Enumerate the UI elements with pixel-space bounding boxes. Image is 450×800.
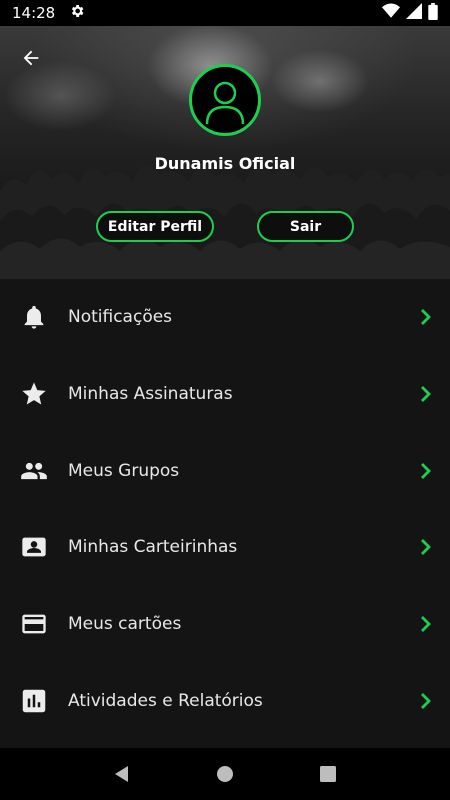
menu-item-activities-reports[interactable]: Atividades e Relatórios: [0, 662, 450, 739]
star-icon: [18, 378, 50, 410]
arrow-left-icon: [23, 50, 39, 66]
avatar[interactable]: [189, 64, 261, 136]
chevron-right-icon: [418, 307, 434, 327]
battery-icon: [428, 2, 438, 24]
menu-item-label: Minhas Carteirinhas: [68, 537, 238, 558]
menu-item-id-cards[interactable]: Minhas Carteirinhas: [0, 509, 450, 586]
circle-home-icon: [216, 766, 233, 782]
back-button[interactable]: [14, 44, 48, 72]
edit-profile-button[interactable]: Editar Perfil: [96, 211, 214, 242]
chevron-right-icon: [418, 384, 434, 404]
triangle-back-icon: [114, 766, 128, 782]
square-recents-icon: [320, 766, 337, 782]
nav-back-button[interactable]: [102, 754, 142, 794]
bell-icon: [18, 301, 50, 333]
menu-item-subscriptions[interactable]: Minhas Assinaturas: [0, 356, 450, 433]
wifi-icon: [382, 3, 400, 23]
chevron-right-icon: [418, 614, 434, 634]
status-time: 14:28: [12, 4, 56, 22]
nav-home-button[interactable]: [205, 754, 245, 794]
status-bar: 14:28: [0, 0, 450, 26]
group-icon: [18, 455, 50, 487]
bar-chart-icon: [18, 685, 50, 717]
id-card-icon: [18, 531, 50, 563]
logout-button[interactable]: Sair: [257, 211, 354, 242]
system-navigation-bar: [0, 748, 450, 800]
menu-item-label: Meus Grupos: [68, 460, 180, 481]
menu-item-label: Notificações: [68, 307, 173, 328]
menu-item-groups[interactable]: Meus Grupos: [0, 432, 450, 509]
menu-item-label: Meus cartões: [68, 614, 182, 635]
menu-item-label: Atividades e Relatórios: [68, 690, 263, 711]
menu-item-notifications[interactable]: Notificações: [0, 279, 450, 356]
chevron-right-icon: [418, 691, 434, 711]
chevron-right-icon: [418, 461, 434, 481]
credit-card-icon: [18, 608, 50, 640]
chevron-right-icon: [418, 537, 434, 557]
profile-menu: Notificações Minhas Assinaturas Meus Gru…: [0, 279, 450, 740]
concert-crowd-image: [0, 165, 450, 279]
settings-icon: [69, 3, 85, 23]
signal-icon: [406, 3, 422, 23]
nav-recents-button[interactable]: [308, 754, 348, 794]
profile-name: Dunamis Oficial: [154, 154, 296, 173]
user-placeholder-icon: [205, 81, 245, 125]
menu-item-cards[interactable]: Meus cartões: [0, 586, 450, 663]
menu-item-label: Minhas Assinaturas: [68, 384, 233, 405]
